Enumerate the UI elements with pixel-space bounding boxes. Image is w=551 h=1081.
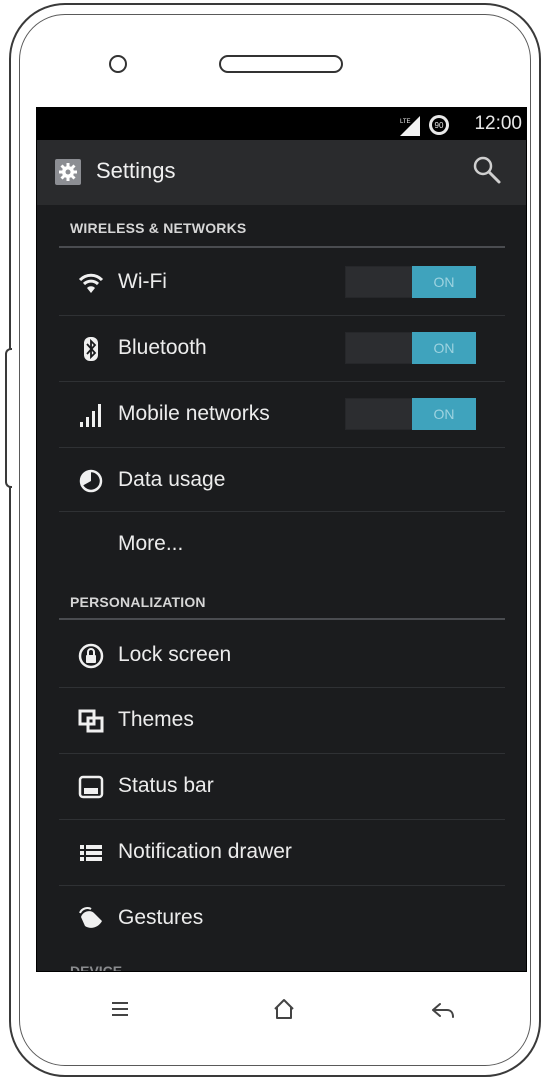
section-header-personalization: PERSONALIZATION: [70, 594, 206, 610]
menu-icon[interactable]: [110, 1000, 130, 1018]
settings-item-data-usage[interactable]: Data usage: [37, 448, 526, 514]
settings-item-label: Data usage: [118, 468, 226, 491]
lock-icon: [78, 643, 104, 669]
gear-icon[interactable]: [55, 159, 81, 185]
status-bar: LTE 90 12:00: [37, 108, 526, 140]
front-camera: [109, 55, 127, 73]
earpiece-speaker: [219, 55, 343, 73]
section-header-device: DEVICE: [70, 963, 123, 971]
settings-item-more[interactable]: More...: [37, 512, 526, 578]
settings-item-label: Wi-Fi: [118, 270, 167, 293]
settings-item-status-bar[interactable]: Status bar: [37, 754, 526, 820]
svg-text:LTE: LTE: [400, 119, 411, 125]
section-divider: [59, 246, 505, 248]
wifi-icon: [78, 273, 104, 293]
settings-item-label: Notification drawer: [118, 840, 292, 863]
signal-icon: [80, 404, 101, 427]
settings-item-label: Status bar: [118, 774, 214, 797]
screen: LTE 90 12:00 Settings WIRELESS & NETWORK…: [37, 108, 526, 971]
lte-signal-icon: LTE: [400, 116, 420, 136]
settings-item-label: Bluetooth: [118, 336, 207, 359]
settings-item-gestures[interactable]: Gestures: [37, 886, 526, 952]
settings-item-notification-drawer[interactable]: Notification drawer: [37, 820, 526, 886]
data-usage-icon: [79, 469, 103, 493]
wifi-toggle[interactable]: ON: [345, 266, 476, 298]
page-title: Settings: [96, 158, 176, 183]
toggle-on-label: ON: [412, 332, 476, 364]
bluetooth-icon: [84, 337, 98, 361]
gesture-icon: [79, 907, 102, 928]
section-divider: [59, 618, 505, 620]
home-icon[interactable]: [272, 997, 296, 1021]
settings-item-themes[interactable]: Themes: [37, 688, 526, 754]
bluetooth-toggle[interactable]: ON: [345, 332, 476, 364]
back-icon[interactable]: [430, 1001, 456, 1021]
settings-item-label: Lock screen: [118, 643, 232, 666]
settings-item-label: Gestures: [118, 906, 204, 929]
section-header-wireless: WIRELESS & NETWORKS: [70, 220, 247, 236]
settings-item-lock-screen[interactable]: Lock screen: [37, 623, 526, 689]
toggle-on-label: ON: [412, 266, 476, 298]
toggle-on-label: ON: [412, 398, 476, 430]
clock: 12:00: [474, 113, 522, 134]
settings-item-wifi[interactable]: Wi-Fi ON: [37, 250, 526, 316]
settings-item-label: More...: [118, 532, 184, 555]
mobile-networks-toggle[interactable]: ON: [345, 398, 476, 430]
status-bar-icon: [78, 775, 104, 799]
settings-item-bluetooth[interactable]: Bluetooth ON: [37, 316, 526, 382]
settings-item-label: Themes: [118, 708, 194, 731]
settings-item-mobile-networks[interactable]: Mobile networks ON: [37, 382, 526, 448]
volume-button: [5, 348, 12, 488]
search-icon[interactable]: [471, 154, 503, 186]
battery-icon: 90: [429, 115, 449, 135]
svg-text:90: 90: [435, 121, 444, 130]
settings-item-label: Mobile networks: [118, 402, 270, 425]
list-icon: [80, 845, 102, 861]
themes-icon: [78, 709, 104, 733]
